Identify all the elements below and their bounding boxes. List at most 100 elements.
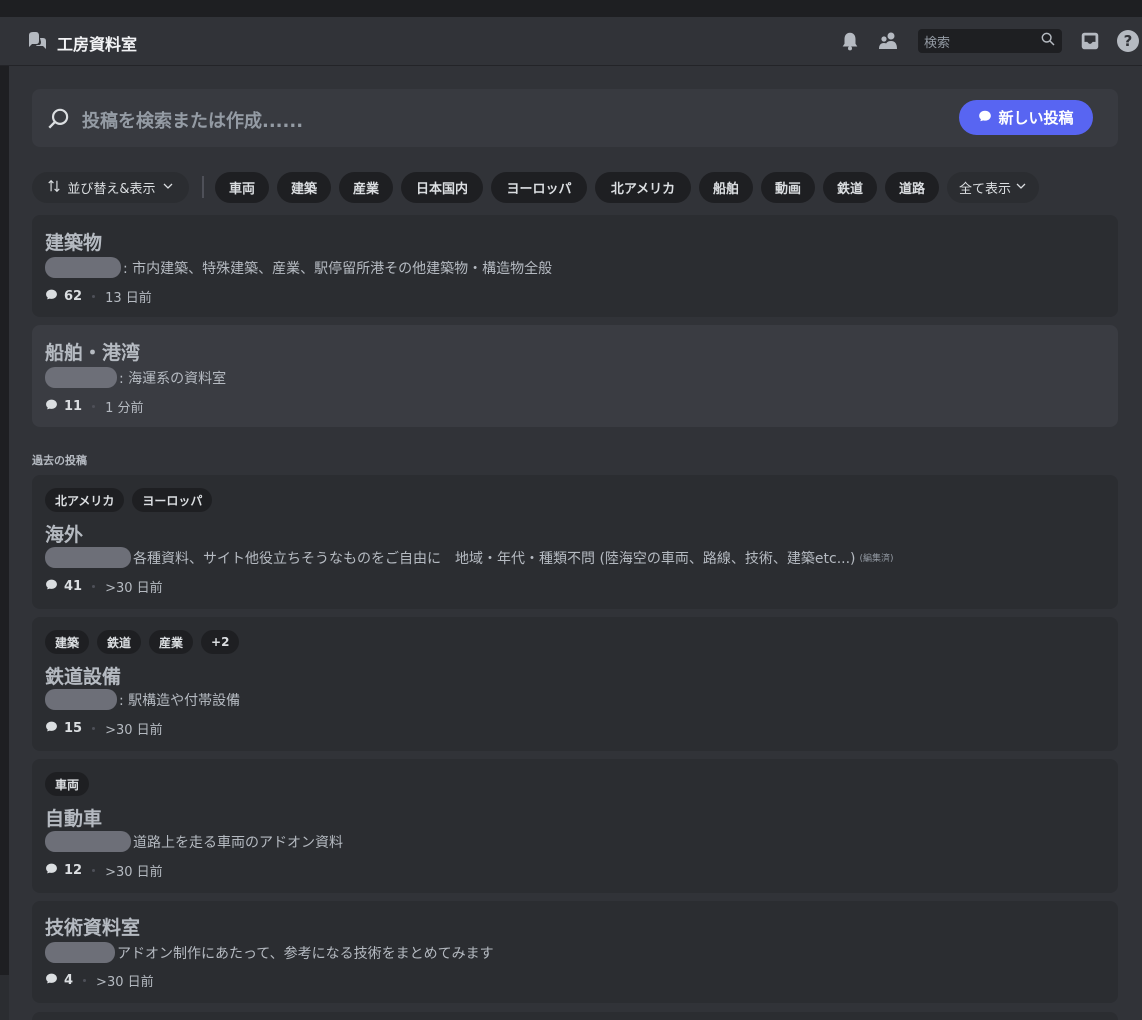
post-tag-overflow: +2 — [201, 630, 240, 654]
bell-icon[interactable] — [838, 29, 862, 53]
composer-placeholder: 投稿を検索または作成...... — [82, 111, 304, 132]
post-tags: 建築 鉄道 産業 +2 — [45, 630, 240, 654]
tag-filter-road[interactable]: 道路 — [885, 172, 939, 203]
chevron-down-icon — [1015, 180, 1027, 196]
post-tag: 車両 — [45, 772, 90, 796]
post-title: 技術資料室 — [45, 917, 141, 939]
tag-filter-industry[interactable]: 産業 — [339, 172, 393, 203]
post-card[interactable]: 技術資料室 アドオン制作にあたって、参考になる技術をまとめてみます 4 >30 … — [32, 901, 1118, 1003]
post-preview: アドオン制作にあたって、参考になる技術をまとめてみます — [45, 942, 494, 963]
new-post-label: 新しい投稿 — [998, 109, 1074, 127]
post-meta: 4 >30 日前 — [45, 971, 154, 990]
post-meta: 11 1 分前 — [45, 397, 144, 416]
header-search-input[interactable]: 検索 — [918, 29, 1062, 53]
meta-separator — [92, 405, 96, 408]
post-tags: 車両 — [45, 772, 90, 796]
redacted-author — [45, 942, 115, 963]
post-search-composer[interactable]: 投稿を検索または作成...... 新しい投稿 — [32, 89, 1118, 147]
channel-header: 工房資料室 検索 ? — [0, 17, 1142, 66]
window-top-strip — [0, 0, 1142, 17]
filter-divider — [202, 176, 204, 198]
redacted-author — [45, 547, 131, 568]
post-time: 13 日前 — [105, 291, 152, 306]
show-all-label: 全て表示 — [958, 182, 1011, 197]
sort-dropdown[interactable]: 並び替え&表示 — [32, 172, 189, 203]
post-time: >30 日前 — [105, 865, 163, 880]
post-card[interactable]: 北アメリカ ヨーロッパ 海外 各種資料、サイト他役立ちそうなものをご自由に 地域… — [32, 475, 1118, 609]
meta-separator — [83, 979, 87, 982]
message-count-icon — [45, 972, 58, 989]
post-tag: 鉄道 — [97, 630, 142, 654]
sort-label: 並び替え&表示 — [67, 182, 156, 197]
tag-filter-vehicle[interactable]: 車両 — [215, 172, 269, 203]
message-count-icon — [45, 862, 58, 879]
inbox-icon[interactable] — [1078, 29, 1102, 53]
message-count-icon — [45, 398, 58, 415]
tag-filter-ship[interactable]: 船舶 — [699, 172, 753, 203]
post-card[interactable]: 船舶・港湾 : 海運系の資料室 11 1 分前 — [32, 325, 1118, 427]
post-preview-text: 各種資料、サイト他役立ちそうなものをご自由に 地域・年代・種類不問 (陸海空の車… — [133, 550, 856, 567]
channel-heading: 工房資料室 — [25, 29, 137, 57]
post-title: 海外 — [45, 524, 84, 546]
header-search-placeholder: 検索 — [924, 35, 951, 51]
post-preview-text: : 市内建築、特殊建築、産業、駅停留所港その他建築物・構造物全般 — [123, 260, 553, 277]
post-tags: 北アメリカ ヨーロッパ — [45, 488, 213, 512]
search-icon — [1040, 31, 1056, 51]
redacted-author — [45, 831, 131, 852]
post-preview: 各種資料、サイト他役立ちそうなものをご自由に 地域・年代・種類不問 (陸海空の車… — [45, 547, 894, 568]
meta-separator — [92, 869, 96, 872]
message-count: 62 — [64, 289, 83, 304]
filter-bar: 並び替え&表示 車両 建築 産業 日本国内 ヨーロッパ 北アメリカ 船舶 動画 … — [32, 172, 1132, 204]
post-title: 鉄道設備 — [45, 666, 122, 688]
post-tag: 建築 — [45, 630, 90, 654]
post-tag: ヨーロッパ — [132, 488, 213, 512]
tag-filter-europe[interactable]: ヨーロッパ — [491, 172, 587, 203]
post-preview-text: : 海運系の資料室 — [119, 370, 227, 387]
new-post-button[interactable]: 新しい投稿 — [959, 100, 1093, 135]
post-time: >30 日前 — [96, 975, 154, 990]
message-count: 4 — [64, 973, 74, 988]
message-count: 15 — [64, 721, 83, 736]
post-time: 1 分前 — [105, 401, 144, 416]
message-count: 11 — [64, 399, 83, 414]
meta-separator — [92, 727, 96, 730]
post-preview-text: アドオン制作にあたって、参考になる技術をまとめてみます — [117, 945, 494, 962]
meta-separator — [92, 295, 96, 298]
post-card[interactable]: 車両 自動車 道路上を走る車両のアドオン資料 12 >30 日前 — [32, 759, 1118, 893]
post-meta: 62 13 日前 — [45, 287, 152, 306]
tag-filter-railway[interactable]: 鉄道 — [823, 172, 877, 203]
post-title: 船舶・港湾 — [45, 342, 141, 364]
post-preview-text: 道路上を走る車両のアドオン資料 — [133, 834, 343, 851]
help-icon[interactable]: ? — [1116, 29, 1140, 53]
forum-channel-icon — [25, 29, 49, 57]
section-label-past-posts: 過去の投稿 — [32, 454, 87, 467]
left-edge — [0, 66, 9, 1020]
post-tag: 産業 — [149, 630, 194, 654]
message-count: 41 — [64, 579, 83, 594]
redacted-author — [45, 367, 117, 388]
post-time: >30 日前 — [105, 723, 163, 738]
post-preview: : 市内建築、特殊建築、産業、駅停留所港その他建築物・構造物全般 — [45, 257, 552, 278]
post-time: >30 日前 — [105, 581, 163, 596]
tag-filter-japan[interactable]: 日本国内 — [401, 172, 483, 203]
show-all-tags-button[interactable]: 全て表示 — [947, 172, 1039, 203]
tag-filter-video[interactable]: 動画 — [761, 172, 815, 203]
message-count-icon — [45, 578, 58, 595]
post-preview-text: : 駅構造や付帯設備 — [119, 692, 241, 709]
message-count: 12 — [64, 863, 83, 878]
chat-bubble-icon — [978, 109, 992, 127]
message-count-icon — [45, 720, 58, 737]
tag-filter-architecture[interactable]: 建築 — [277, 172, 331, 203]
post-title: 建築物 — [45, 232, 103, 254]
tag-filter-north-america[interactable]: 北アメリカ — [595, 172, 691, 203]
sort-arrows-icon — [47, 179, 61, 197]
post-preview: : 駅構造や付帯設備 — [45, 689, 240, 710]
post-card[interactable]: 建築物 : 市内建築、特殊建築、産業、駅停留所港その他建築物・構造物全般 62 … — [32, 215, 1118, 317]
search-icon — [46, 106, 72, 136]
post-meta: 12 >30 日前 — [45, 861, 163, 880]
svg-text:?: ? — [1124, 32, 1133, 50]
members-icon[interactable] — [877, 29, 901, 53]
post-card[interactable]: 建築 鉄道 産業 +2 鉄道設備 : 駅構造や付帯設備 15 >30 日前 — [32, 617, 1118, 751]
post-card-partial[interactable] — [32, 1012, 1118, 1020]
chevron-down-icon — [162, 180, 174, 196]
